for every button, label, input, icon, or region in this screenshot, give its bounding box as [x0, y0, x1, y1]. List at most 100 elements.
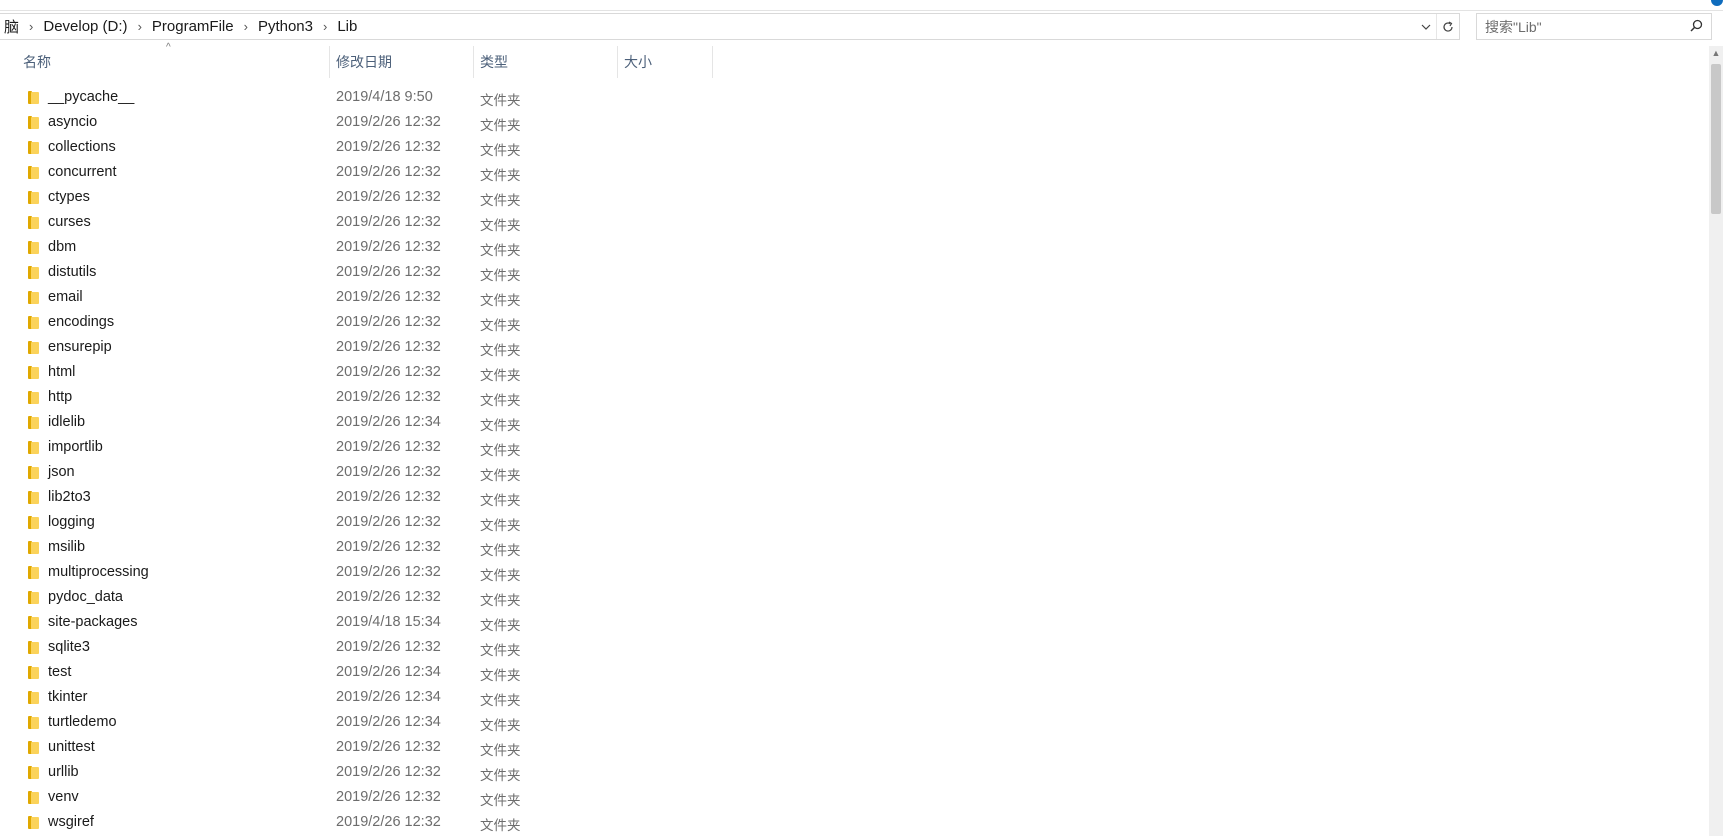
chevron-right-icon[interactable]: › [23, 19, 39, 34]
list-item[interactable]: dbm 2019/2/26 12:32 文件夹 [0, 236, 1700, 261]
list-item[interactable]: sqlite3 2019/2/26 12:32 文件夹 [0, 636, 1700, 661]
folder-icon [26, 216, 42, 229]
column-header-date[interactable]: 修改日期 [330, 46, 474, 78]
file-type: 文件夹 [480, 218, 521, 233]
file-modified-date: 2019/2/26 12:32 [336, 564, 441, 580]
breadcrumb-lib[interactable]: Lib [333, 18, 361, 35]
file-type: 文件夹 [480, 243, 521, 258]
file-name: __pycache__ [48, 89, 135, 105]
search-icon[interactable] [1690, 19, 1703, 35]
file-type: 文件夹 [480, 643, 521, 658]
file-modified-date: 2019/2/26 12:32 [336, 539, 441, 555]
file-name: json [48, 464, 75, 480]
column-header-size[interactable]: 大小 [618, 46, 713, 78]
file-type: 文件夹 [480, 718, 521, 733]
file-name: email [48, 289, 83, 305]
file-type: 文件夹 [480, 518, 521, 533]
file-modified-date: 2019/2/26 12:32 [336, 239, 441, 255]
list-item[interactable]: urllib 2019/2/26 12:32 文件夹 [0, 761, 1700, 786]
folder-icon [26, 116, 42, 129]
file-type: 文件夹 [480, 318, 521, 333]
status-dot [1711, 0, 1723, 6]
list-item[interactable]: asyncio 2019/2/26 12:32 文件夹 [0, 111, 1700, 136]
list-item[interactable]: idlelib 2019/2/26 12:34 文件夹 [0, 411, 1700, 436]
folder-icon [26, 791, 42, 804]
list-item[interactable]: ensurepip 2019/2/26 12:32 文件夹 [0, 336, 1700, 361]
file-name: venv [48, 789, 79, 805]
list-item[interactable]: lib2to3 2019/2/26 12:32 文件夹 [0, 486, 1700, 511]
chevron-down-icon[interactable] [1416, 14, 1436, 39]
file-type: 文件夹 [480, 293, 521, 308]
window-top-edge [0, 0, 1723, 11]
list-item[interactable]: venv 2019/2/26 12:32 文件夹 [0, 786, 1700, 811]
list-item[interactable]: wsgiref 2019/2/26 12:32 文件夹 [0, 811, 1700, 836]
list-item[interactable]: tkinter 2019/2/26 12:34 文件夹 [0, 686, 1700, 711]
breadcrumb-programfile[interactable]: ProgramFile [148, 18, 238, 35]
chevron-right-icon[interactable]: › [132, 19, 148, 34]
file-type: 文件夹 [480, 118, 521, 133]
file-modified-date: 2019/2/26 12:34 [336, 414, 441, 430]
list-item[interactable]: encodings 2019/2/26 12:32 文件夹 [0, 311, 1700, 336]
file-name: msilib [48, 539, 86, 555]
list-item[interactable]: importlib 2019/2/26 12:32 文件夹 [0, 436, 1700, 461]
file-name: multiprocessing [48, 564, 149, 580]
list-item[interactable]: logging 2019/2/26 12:32 文件夹 [0, 511, 1700, 536]
list-item[interactable]: test 2019/2/26 12:34 文件夹 [0, 661, 1700, 686]
scroll-up-icon[interactable]: ▲ [1709, 46, 1723, 60]
file-modified-date: 2019/2/26 12:34 [336, 714, 441, 730]
list-item[interactable]: pydoc_data 2019/2/26 12:32 文件夹 [0, 586, 1700, 611]
file-type: 文件夹 [480, 493, 521, 508]
list-item[interactable]: collections 2019/2/26 12:32 文件夹 [0, 136, 1700, 161]
folder-icon [26, 391, 42, 404]
column-header: ^ 名称 修改日期 类型 大小 [0, 42, 1700, 78]
search-input[interactable]: 搜索"Lib" [1485, 17, 1690, 37]
file-name: site-packages [48, 614, 138, 630]
file-name: concurrent [48, 164, 117, 180]
folder-icon [26, 566, 42, 579]
list-item[interactable]: email 2019/2/26 12:32 文件夹 [0, 286, 1700, 311]
refresh-icon[interactable] [1436, 14, 1459, 39]
list-item[interactable]: http 2019/2/26 12:32 文件夹 [0, 386, 1700, 411]
column-header-name[interactable]: 名称 [0, 46, 330, 78]
file-name: ctypes [48, 189, 90, 205]
breadcrumb-this-pc[interactable]: 脑 [0, 16, 23, 37]
file-modified-date: 2019/2/26 12:32 [336, 314, 441, 330]
list-item[interactable]: turtledemo 2019/2/26 12:34 文件夹 [0, 711, 1700, 736]
list-item[interactable]: html 2019/2/26 12:32 文件夹 [0, 361, 1700, 386]
list-item[interactable]: site-packages 2019/4/18 15:34 文件夹 [0, 611, 1700, 636]
file-modified-date: 2019/2/26 12:32 [336, 164, 441, 180]
list-item[interactable]: multiprocessing 2019/2/26 12:32 文件夹 [0, 561, 1700, 586]
file-modified-date: 2019/2/26 12:32 [336, 139, 441, 155]
vertical-scrollbar[interactable]: ▲ [1709, 46, 1723, 836]
folder-icon [26, 241, 42, 254]
file-name: distutils [48, 264, 97, 280]
file-name: sqlite3 [48, 639, 90, 655]
list-item[interactable]: curses 2019/2/26 12:32 文件夹 [0, 211, 1700, 236]
list-item[interactable]: json 2019/2/26 12:32 文件夹 [0, 461, 1700, 486]
list-item[interactable]: distutils 2019/2/26 12:32 文件夹 [0, 261, 1700, 286]
file-type: 文件夹 [480, 143, 521, 158]
list-item[interactable]: msilib 2019/2/26 12:32 文件夹 [0, 536, 1700, 561]
search-box[interactable]: 搜索"Lib" [1476, 13, 1712, 40]
file-modified-date: 2019/2/26 12:32 [336, 189, 441, 205]
scrollbar-thumb[interactable] [1711, 64, 1721, 214]
list-item[interactable]: __pycache__ 2019/4/18 9:50 文件夹 [0, 86, 1700, 111]
file-name: asyncio [48, 114, 98, 130]
address-bar[interactable]: 脑 › Develop (D:) › ProgramFile › Python3… [0, 13, 1460, 40]
folder-icon [26, 691, 42, 704]
list-item[interactable]: unittest 2019/2/26 12:32 文件夹 [0, 736, 1700, 761]
list-item[interactable]: concurrent 2019/2/26 12:32 文件夹 [0, 161, 1700, 186]
folder-icon [26, 441, 42, 454]
chevron-right-icon[interactable]: › [317, 19, 333, 34]
breadcrumb-python3[interactable]: Python3 [254, 18, 317, 35]
column-header-type[interactable]: 类型 [474, 46, 618, 78]
file-modified-date: 2019/2/26 12:32 [336, 764, 441, 780]
file-modified-date: 2019/2/26 12:32 [336, 514, 441, 530]
file-type: 文件夹 [480, 593, 521, 608]
file-modified-date: 2019/2/26 12:32 [336, 339, 441, 355]
file-type: 文件夹 [480, 393, 521, 408]
breadcrumb-develop-drive[interactable]: Develop (D:) [39, 18, 131, 35]
list-item[interactable]: ctypes 2019/2/26 12:32 文件夹 [0, 186, 1700, 211]
file-modified-date: 2019/2/26 12:32 [336, 264, 441, 280]
chevron-right-icon[interactable]: › [238, 19, 254, 34]
